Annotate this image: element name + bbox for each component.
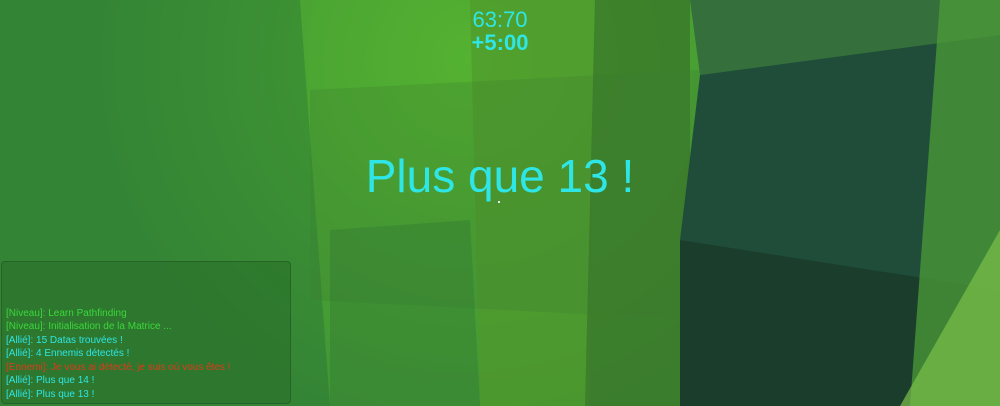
chat-line: [Allié]: 4 Ennemis détectés ! (6, 348, 130, 359)
timer-display: 63:70 +5:00 (472, 8, 529, 54)
chat-line: [Ennemi]: Je vous ai détecté, je suis où… (6, 361, 231, 373)
chat-panel: [Niveau]: Learn Pathfinding [Niveau]: In… (1, 261, 291, 404)
chat-line: [Allié]: 15 Datas trouvées ! (6, 334, 123, 346)
chat-log: [Niveau]: Learn Pathfinding [Niveau]: In… (6, 307, 286, 402)
chat-line: [Allié]: Plus que 14 ! (6, 375, 95, 386)
timer-bonus: +5:00 (471, 30, 529, 55)
chat-line: [Allié]: Plus que 13 ! (6, 388, 95, 400)
lower-panel (330, 220, 480, 406)
chat-line: [Niveau]: Learn Pathfinding (6, 307, 127, 319)
timer-value: 63:70 (472, 7, 528, 32)
center-message: Plus que 13 ! (365, 150, 635, 202)
chat-line: [Niveau]: Initialisation de la Matrice .… (6, 321, 172, 332)
crosshair-icon (498, 201, 500, 203)
